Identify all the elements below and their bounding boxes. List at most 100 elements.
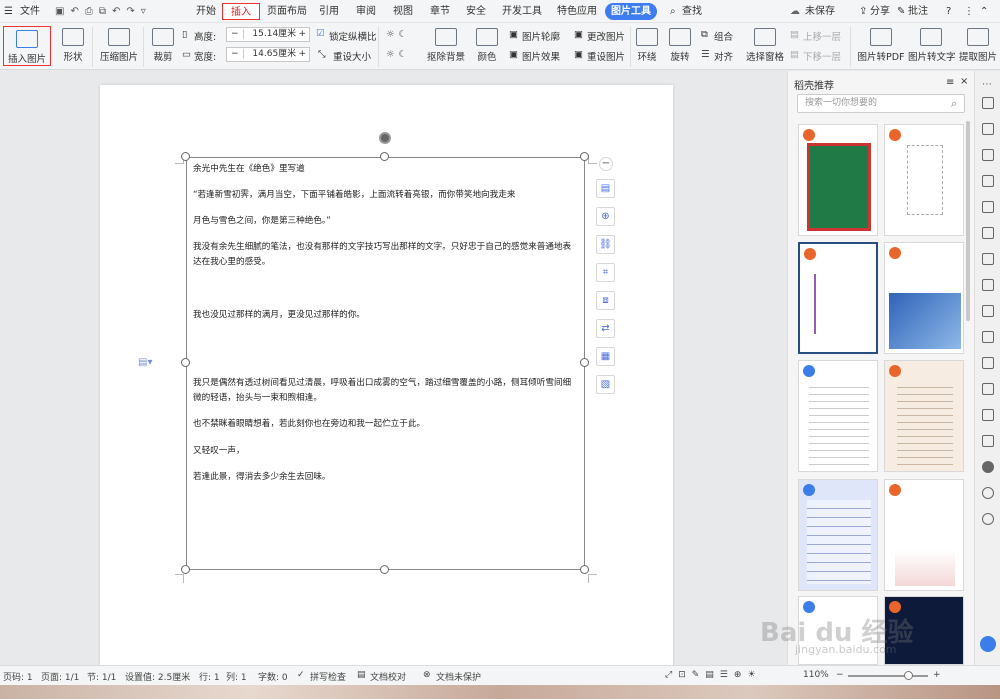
- height-input[interactable]: − 15.14厘米 +: [226, 27, 310, 42]
- reset-size-button[interactable]: 重设大小: [333, 49, 371, 63]
- picture-settings-icon[interactable]: ▧: [596, 375, 615, 394]
- template-thumbnail[interactable]: [884, 124, 964, 236]
- selection-pane-button[interactable]: 选择窗格: [745, 28, 785, 63]
- extract-picture-button[interactable]: 提取图片: [957, 28, 999, 63]
- shapes-icon[interactable]: [982, 149, 994, 161]
- tab-references[interactable]: 引用: [317, 3, 341, 20]
- image-icon[interactable]: [982, 409, 994, 421]
- resize-handle[interactable]: [580, 565, 589, 574]
- rotate-button[interactable]: 旋转: [667, 28, 693, 63]
- layout-icon[interactable]: [982, 305, 994, 317]
- tab-view[interactable]: 视图: [391, 3, 415, 20]
- history-icon[interactable]: [982, 487, 994, 499]
- template-thumbnail[interactable]: [798, 479, 878, 591]
- decrease-width-button[interactable]: −: [227, 49, 244, 59]
- translate-icon[interactable]: ⇄: [596, 319, 615, 338]
- pen-icon[interactable]: [982, 97, 994, 109]
- tab-developer[interactable]: 开发工具: [501, 3, 543, 20]
- align-button[interactable]: 对齐: [714, 49, 733, 63]
- zoom-picture-icon[interactable]: ⊕: [596, 207, 615, 226]
- symbol-icon[interactable]: [982, 227, 994, 239]
- archive-icon[interactable]: [982, 383, 994, 395]
- panel-menu-icon[interactable]: ≡: [946, 77, 954, 88]
- view-mode-icons[interactable]: ⤢⊡✎▤☰⊕☀: [665, 670, 761, 680]
- word-count[interactable]: 字数: 0: [258, 670, 288, 683]
- increase-width-button[interactable]: +: [298, 48, 306, 61]
- resize-handle[interactable]: [181, 565, 190, 574]
- panel-search-input[interactable]: 搜索一切你想要的: [797, 94, 965, 113]
- group-button[interactable]: 组合: [714, 29, 733, 43]
- compress-picture-button[interactable]: 压缩图片: [100, 28, 138, 63]
- zoom-slider-thumb[interactable]: [904, 671, 913, 680]
- template-thumbnail[interactable]: [884, 242, 964, 354]
- tab-home[interactable]: 开始: [192, 3, 220, 20]
- picture-to-text-button[interactable]: 图片转文字: [908, 28, 956, 63]
- zoom-out-icon[interactable]: −: [836, 670, 844, 680]
- resize-handle[interactable]: [380, 152, 389, 161]
- settings-icon[interactable]: [982, 279, 994, 291]
- picture-to-pdf-button[interactable]: 图片转PDF: [857, 28, 905, 63]
- share-button[interactable]: 分享: [870, 3, 890, 20]
- send-backward-button[interactable]: 下移一层: [803, 49, 841, 63]
- zoom-in-icon[interactable]: +: [933, 670, 941, 680]
- resize-handle[interactable]: [580, 152, 589, 161]
- menu-icon[interactable]: ☰: [4, 3, 13, 20]
- proofread-button[interactable]: 文档校对: [370, 670, 406, 683]
- table-icon[interactable]: [982, 201, 994, 213]
- share-export-icon[interactable]: [982, 331, 994, 343]
- remove-background-button[interactable]: 抠除背景: [425, 28, 467, 63]
- resize-handle[interactable]: [380, 565, 389, 574]
- collapse-icon[interactable]: ⌃: [980, 3, 988, 20]
- search-button[interactable]: 查找: [682, 3, 702, 20]
- tab-security[interactable]: 安全: [464, 3, 488, 20]
- edit-icon[interactable]: [982, 435, 994, 447]
- style-icon[interactable]: [982, 175, 994, 187]
- tab-chapter[interactable]: 章节: [428, 3, 452, 20]
- protection-status[interactable]: 文档未保护: [436, 670, 481, 683]
- brightness-contrast-icons[interactable]: ☼☾: [386, 29, 411, 40]
- template-thumbnail[interactable]: [884, 360, 964, 472]
- increase-height-button[interactable]: +: [298, 28, 306, 41]
- crop-tool-icon[interactable]: ⌗: [596, 263, 615, 282]
- template-thumbnail[interactable]: [798, 242, 878, 354]
- tab-insert[interactable]: 插入: [222, 3, 260, 20]
- template-thumbnail[interactable]: [798, 360, 878, 472]
- resize-handle[interactable]: [181, 358, 190, 367]
- tab-review[interactable]: 审阅: [354, 3, 378, 20]
- lock-ratio-checkbox[interactable]: ☑: [316, 28, 325, 39]
- search-icon[interactable]: ⌕: [670, 3, 676, 20]
- docer-icon[interactable]: [982, 461, 994, 473]
- paragraph-layout-icon[interactable]: ▤▾: [138, 357, 152, 368]
- crop-button[interactable]: 裁剪: [150, 28, 176, 63]
- shape-button[interactable]: 形状: [58, 28, 88, 63]
- link-icon[interactable]: ⛓: [596, 235, 615, 254]
- wrap-button[interactable]: 环绕: [634, 28, 660, 63]
- more-icon[interactable]: ⋯: [982, 79, 994, 91]
- collapse-toolbar-icon[interactable]: −: [599, 157, 613, 171]
- document-icon[interactable]: [982, 357, 994, 369]
- tab-page-layout[interactable]: 页面布局: [266, 3, 308, 20]
- reset-picture-button[interactable]: 重设图片: [587, 49, 625, 63]
- color-button[interactable]: 颜色: [474, 28, 500, 63]
- panel-title[interactable]: 稻壳推荐: [794, 77, 834, 92]
- template-thumbnail[interactable]: [798, 124, 878, 236]
- decrease-height-button[interactable]: −: [227, 29, 244, 39]
- zoom-level[interactable]: 110%: [803, 670, 829, 680]
- resize-handle[interactable]: [580, 358, 589, 367]
- tab-picture-tools[interactable]: 图片工具: [605, 3, 657, 20]
- file-menu[interactable]: 文件: [20, 3, 40, 20]
- brightness-contrast-icons-2[interactable]: ☼☾: [386, 49, 411, 60]
- width-input[interactable]: − 14.65厘米 +: [226, 47, 310, 62]
- help-icon[interactable]: ?: [946, 3, 951, 20]
- layout-options-icon[interactable]: ▤: [596, 179, 615, 198]
- template-thumbnail[interactable]: [884, 479, 964, 591]
- unsaved-status[interactable]: 未保存: [805, 3, 835, 20]
- panel-scrollbar[interactable]: [966, 121, 970, 321]
- chat-icon[interactable]: [980, 636, 996, 652]
- change-picture-button[interactable]: 更改图片: [587, 29, 625, 43]
- panel-close-icon[interactable]: ×: [960, 76, 968, 87]
- cursor-icon[interactable]: [982, 123, 994, 135]
- annotate-button[interactable]: 批注: [908, 3, 928, 20]
- picture-to-text-icon[interactable]: ▦: [596, 347, 615, 366]
- spell-check-button[interactable]: 拼写检查: [310, 670, 346, 683]
